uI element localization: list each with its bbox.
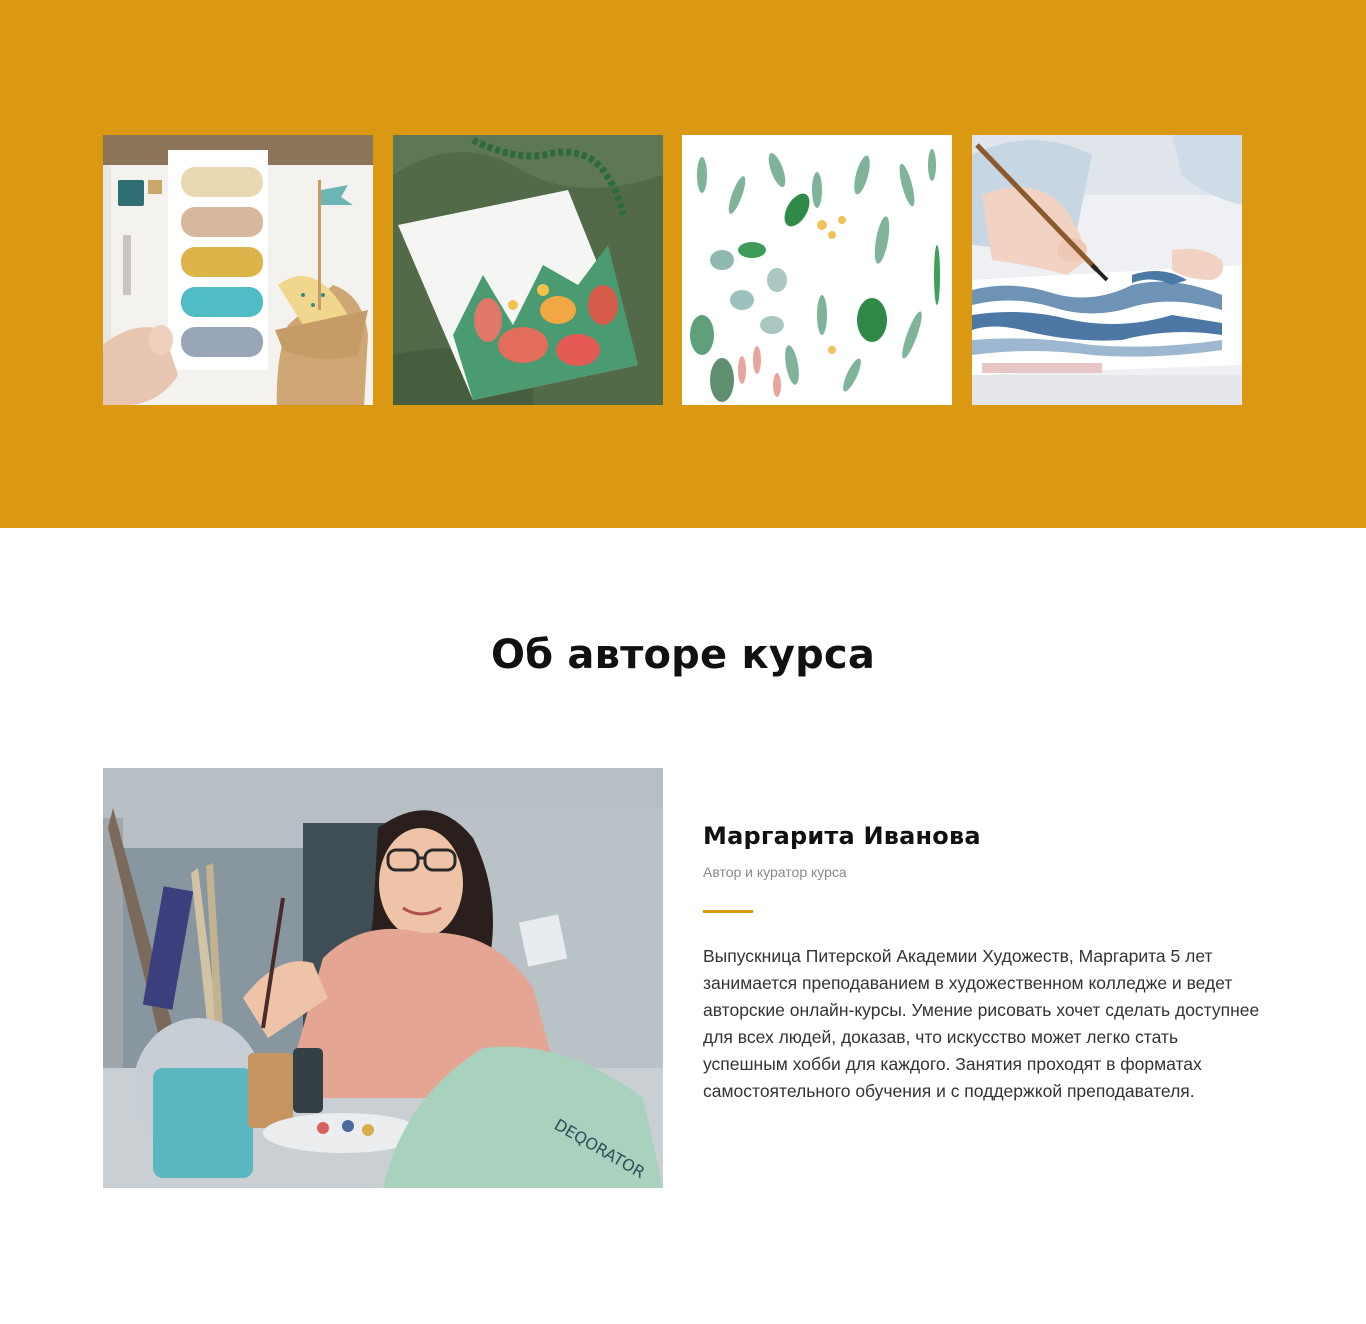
cactus-painting-photo [393,135,663,405]
watercolor-leaves-photo [682,135,952,405]
author-bio: Выпускница Питерской Академии Художеств,… [703,946,1260,1101]
gallery-section [0,0,1366,528]
accent-divider [703,910,753,913]
brush-painting-hand-photo [972,135,1242,405]
author-name: Маргарита Иванова [703,822,981,850]
author-info: Маргарита Иванова Автор и куратор курса … [703,822,1263,1105]
about-section-title: Об авторе курса [490,632,876,678]
author-role: Автор и куратор курса [703,864,847,880]
author-photo: DEQORATOR [103,768,663,1188]
watercolor-swatches-photo [103,135,373,405]
